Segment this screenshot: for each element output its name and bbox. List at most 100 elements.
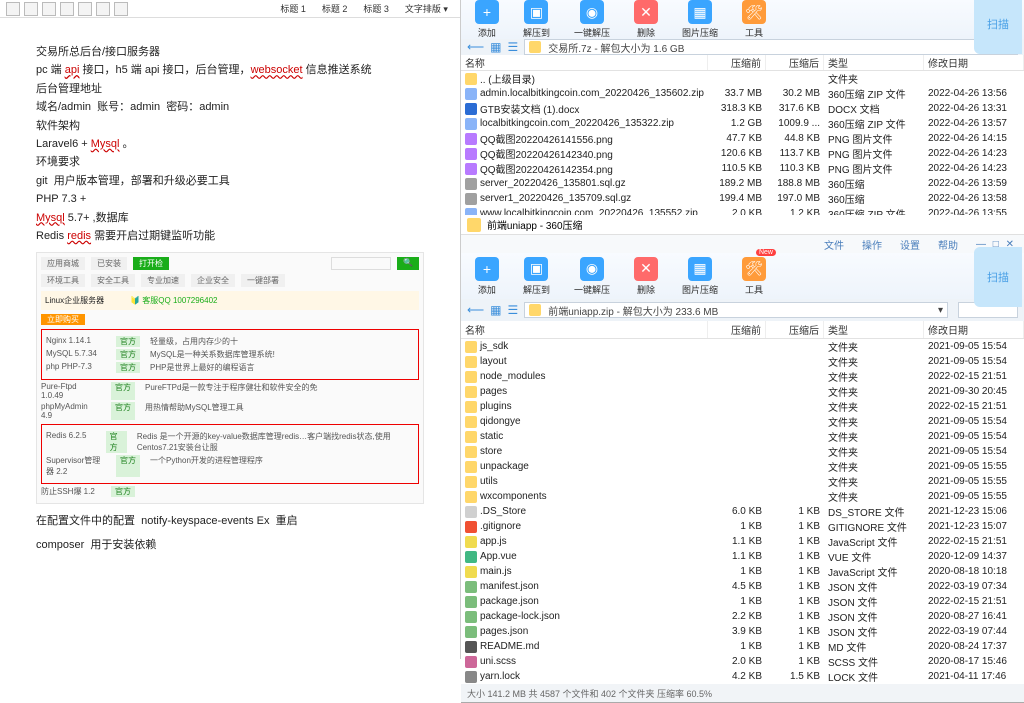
file-row[interactable]: admin.localbitkingcoin.com_20220426_1356… bbox=[461, 86, 1024, 101]
file-row[interactable]: package.json1 KB1 KBJSON 文件2022-02-15 21… bbox=[461, 594, 1024, 609]
file-row[interactable]: plugins文件夹2022-02-15 21:51 bbox=[461, 399, 1024, 414]
menu-help[interactable]: 帮助 bbox=[938, 237, 958, 252]
file-type: 360压缩 bbox=[824, 191, 924, 206]
file-icon bbox=[465, 671, 477, 683]
menu-settings[interactable]: 设置 bbox=[900, 237, 920, 252]
file-row[interactable]: server1_20220426_135709.sql.gz199.4 MB19… bbox=[461, 191, 1024, 206]
file-row[interactable]: static文件夹2021-09-05 15:54 bbox=[461, 429, 1024, 444]
file-row[interactable]: yarn.lock4.2 KB1.5 KBLOCK 文件2021-04-11 1… bbox=[461, 669, 1024, 684]
size-pre bbox=[708, 459, 766, 474]
file-row[interactable]: GTB安装文档 (1).docx318.3 KB317.6 KBDOCX 文档2… bbox=[461, 101, 1024, 116]
file-row[interactable]: README.md1 KB1 KBMD 文件2020-08-24 17:37 bbox=[461, 639, 1024, 654]
toolbox-icon: 🛠 bbox=[742, 0, 766, 24]
toolbar-btn[interactable] bbox=[114, 2, 128, 16]
file-row[interactable]: .DS_Store6.0 KB1 KBDS_STORE 文件2021-12-23… bbox=[461, 504, 1024, 519]
toolbar-btn[interactable] bbox=[24, 2, 38, 16]
panel-row: Supervisor管理器 2.2官方一个Python开发的进程管理程序 bbox=[46, 455, 414, 477]
size-post: 44.8 KB bbox=[766, 131, 824, 146]
file-list-top[interactable]: .. (上级目录)文件夹admin.localbitkingcoin.com_2… bbox=[461, 71, 1024, 221]
back-icon[interactable]: ⟵ bbox=[467, 40, 484, 54]
doc-line: 后台管理地址 bbox=[36, 82, 424, 97]
style-heading1[interactable]: 标题 1 bbox=[274, 2, 312, 15]
style-typeset[interactable]: 文字排版 ▾ bbox=[399, 2, 454, 15]
file-row[interactable]: utils文件夹2021-09-05 15:55 bbox=[461, 474, 1024, 489]
tool-extract[interactable]: ▣解压到 bbox=[523, 257, 550, 296]
grid-icon[interactable]: ▦ bbox=[490, 303, 501, 317]
file-list-bottom[interactable]: js_sdk文件夹2021-09-05 15:54layout文件夹2021-0… bbox=[461, 339, 1024, 684]
header-pre[interactable]: 压缩前 bbox=[708, 321, 766, 338]
menu-op[interactable]: 操作 bbox=[862, 237, 882, 252]
header-pre[interactable]: 压缩前 bbox=[708, 55, 766, 70]
word-toolbar: 标题 1 标题 2 标题 3 文字排版 ▾ bbox=[0, 0, 460, 18]
tool-toolbox[interactable]: 🛠工具 bbox=[742, 0, 766, 39]
menu-file[interactable]: 文件 bbox=[824, 237, 844, 252]
file-date: 2021-09-05 15:55 bbox=[924, 489, 1024, 504]
file-row[interactable]: package-lock.json2.2 KB1 KBJSON 文件2020-0… bbox=[461, 609, 1024, 624]
path-input[interactable]: 交易所.7z - 解包大小为 1.6 GB ▾ bbox=[524, 39, 1018, 55]
header-type[interactable]: 类型 bbox=[824, 55, 924, 70]
scan-badge[interactable]: 扫描 bbox=[974, 0, 1022, 54]
header-type[interactable]: 类型 bbox=[824, 321, 924, 338]
file-row[interactable]: .gitignore1 KB1 KBGITIGNORE 文件2021-12-23… bbox=[461, 519, 1024, 534]
tool-toolbox[interactable]: 🛠工具 bbox=[742, 257, 766, 296]
file-type: 文件夹 bbox=[824, 489, 924, 504]
list-icon[interactable]: ☰ bbox=[507, 40, 518, 54]
file-row[interactable]: layout文件夹2021-09-05 15:54 bbox=[461, 354, 1024, 369]
header-name[interactable]: 名称 bbox=[461, 321, 708, 338]
file-row[interactable]: wxcomponents文件夹2021-09-05 15:55 bbox=[461, 489, 1024, 504]
header-post[interactable]: 压缩后 bbox=[766, 55, 824, 70]
tool-add[interactable]: +添加 bbox=[475, 0, 499, 39]
file-row[interactable]: js_sdk文件夹2021-09-05 15:54 bbox=[461, 339, 1024, 354]
file-row[interactable]: pages文件夹2021-09-30 20:45 bbox=[461, 384, 1024, 399]
size-pre: 1 KB bbox=[708, 519, 766, 534]
toolbar-btn[interactable] bbox=[60, 2, 74, 16]
header-date[interactable]: 修改日期 bbox=[924, 55, 1024, 70]
file-row[interactable]: localbitkingcoin.com_20220426_135322.zip… bbox=[461, 116, 1024, 131]
path-input[interactable]: 前端uniapp.zip - 解包大小为 233.6 MB ▾ bbox=[524, 302, 948, 318]
file-row[interactable]: manifest.json4.5 KB1 KBJSON 文件2022-03-19… bbox=[461, 579, 1024, 594]
tool-extract[interactable]: ▣解压到 bbox=[523, 0, 550, 39]
list-icon[interactable]: ☰ bbox=[507, 303, 518, 317]
panel-chip: 企业安全 bbox=[191, 274, 235, 287]
file-row[interactable]: server_20220426_135801.sql.gz189.2 MB188… bbox=[461, 176, 1024, 191]
file-row[interactable]: App.vue1.1 KB1 KBVUE 文件2020-12-09 14:37 bbox=[461, 549, 1024, 564]
file-row[interactable]: unpackage文件夹2021-09-05 15:55 bbox=[461, 459, 1024, 474]
tool-piccomp[interactable]: ▦图片压缩 bbox=[682, 257, 718, 296]
file-row[interactable]: .. (上级目录)文件夹 bbox=[461, 71, 1024, 86]
tool-piccomp[interactable]: ▦图片压缩 bbox=[682, 0, 718, 39]
toolbar-btn[interactable] bbox=[78, 2, 92, 16]
header-name[interactable]: 名称 bbox=[461, 55, 708, 70]
doc-line: git 用户版本管理，部署和升级必要工具 bbox=[36, 174, 424, 189]
style-heading2[interactable]: 标题 2 bbox=[316, 2, 354, 15]
file-type: JavaScript 文件 bbox=[824, 564, 924, 579]
file-row[interactable]: QQ截图20220426141556.png47.7 KB44.8 KBPNG … bbox=[461, 131, 1024, 146]
tool-add[interactable]: +添加 bbox=[475, 257, 499, 296]
header-post[interactable]: 压缩后 bbox=[766, 321, 824, 338]
tool-delete[interactable]: ✕删除 bbox=[634, 257, 658, 296]
back-icon[interactable]: ⟵ bbox=[467, 303, 484, 317]
scan-badge[interactable]: 扫描 bbox=[974, 247, 1022, 307]
word-document-pane: 标题 1 标题 2 标题 3 文字排版 ▾ 交易所总后台/接口服务器pc 端 a… bbox=[0, 0, 461, 659]
file-row[interactable]: QQ截图20220426142354.png110.5 KB110.3 KBPN… bbox=[461, 161, 1024, 176]
file-row[interactable]: qidongye文件夹2021-09-05 15:54 bbox=[461, 414, 1024, 429]
tool-oneclick[interactable]: ◉一键解压 bbox=[574, 0, 610, 39]
style-heading3[interactable]: 标题 3 bbox=[357, 2, 395, 15]
file-row[interactable]: QQ截图20220426142340.png120.6 KB113.7 KBPN… bbox=[461, 146, 1024, 161]
toolbar-btn[interactable] bbox=[6, 2, 20, 16]
file-row[interactable]: pages.json3.9 KB1 KBJSON 文件2022-03-19 07… bbox=[461, 624, 1024, 639]
header-date[interactable]: 修改日期 bbox=[924, 321, 1024, 338]
file-icon bbox=[465, 551, 477, 563]
search-icon: 🔍 bbox=[397, 257, 419, 270]
tool-oneclick[interactable]: ◉一键解压 bbox=[574, 257, 610, 296]
toolbar-btn[interactable] bbox=[96, 2, 110, 16]
grid-icon[interactable]: ▦ bbox=[490, 40, 501, 54]
file-row[interactable]: app.js1.1 KB1 KBJavaScript 文件2022-02-15 … bbox=[461, 534, 1024, 549]
tool-delete[interactable]: ✕删除 bbox=[634, 0, 658, 39]
file-row[interactable]: main.js1 KB1 KBJavaScript 文件2020-08-18 1… bbox=[461, 564, 1024, 579]
file-row[interactable]: node_modules文件夹2022-02-15 21:51 bbox=[461, 369, 1024, 384]
file-row[interactable]: store文件夹2021-09-05 15:54 bbox=[461, 444, 1024, 459]
document-body[interactable]: 交易所总后台/接口服务器pc 端 api 接口，h5 端 api 接口，后台管理… bbox=[0, 18, 460, 659]
toolbar-btn[interactable] bbox=[42, 2, 56, 16]
size-post bbox=[766, 354, 824, 369]
file-row[interactable]: uni.scss2.0 KB1 KBSCSS 文件2020-08-17 15:4… bbox=[461, 654, 1024, 669]
